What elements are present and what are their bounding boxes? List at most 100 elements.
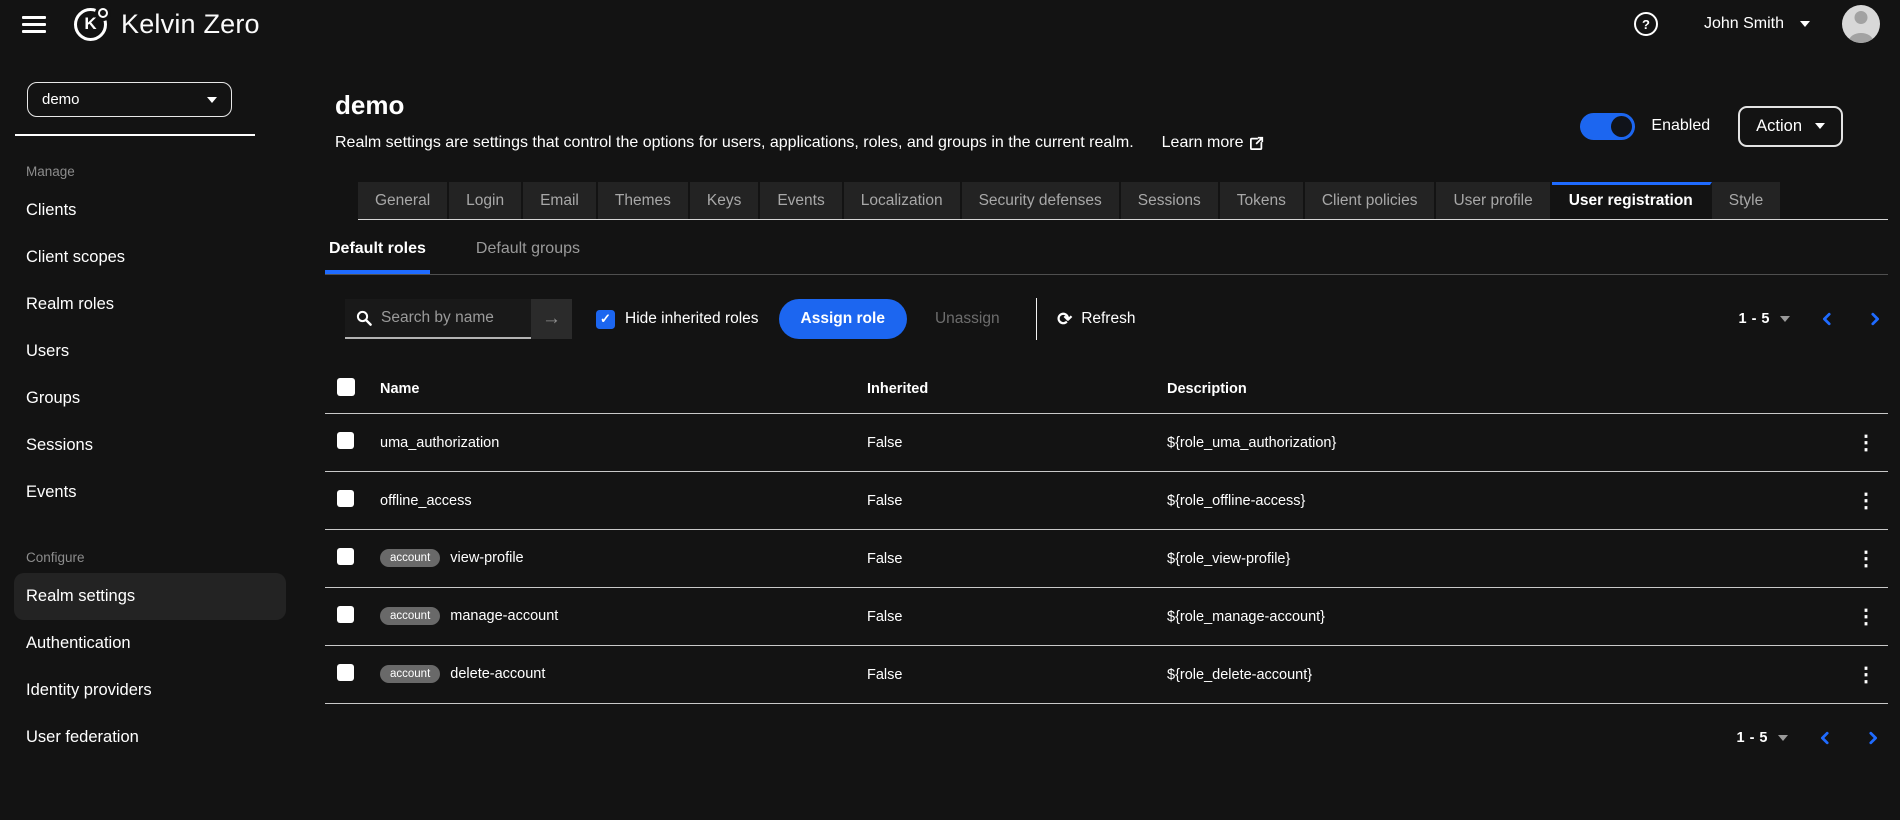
pagination-range: 1 - 5: [1738, 311, 1770, 327]
sidebar-item-events[interactable]: Events: [0, 469, 300, 516]
sidebar-item-groups[interactable]: Groups: [0, 375, 300, 422]
tab-user-registration[interactable]: User registration: [1551, 182, 1712, 219]
tab-events[interactable]: Events: [760, 182, 844, 219]
external-link-icon: [1250, 136, 1264, 150]
tab-keys[interactable]: Keys: [689, 182, 761, 219]
tab-general[interactable]: General: [358, 182, 450, 219]
chevron-right-icon: [1871, 312, 1880, 326]
row-checkbox[interactable]: [337, 664, 354, 681]
learn-more-link[interactable]: Learn more: [1162, 134, 1265, 152]
toolbar-divider: [1035, 298, 1038, 340]
chevron-left-icon: [1822, 312, 1831, 326]
kebab-menu-icon[interactable]: ⋮: [1856, 665, 1876, 685]
client-badge: account: [380, 606, 441, 625]
sidebar-item-realm-settings[interactable]: Realm settings: [14, 573, 286, 620]
sidebar-item-user-federation[interactable]: User federation: [0, 714, 300, 761]
learn-more-label: Learn more: [1161, 134, 1244, 151]
select-all-checkbox[interactable]: [337, 378, 355, 396]
subtab-default-roles[interactable]: Default roles: [325, 240, 430, 274]
enabled-toggle[interactable]: [1580, 112, 1636, 140]
brand-title: Kelvin Zero: [121, 8, 260, 39]
sidebar-item-users[interactable]: Users: [0, 328, 300, 375]
sidebar-divider: [15, 134, 255, 136]
subtab-default-groups[interactable]: Default groups: [472, 240, 584, 274]
sidebar-item-realm-roles[interactable]: Realm roles: [0, 281, 300, 328]
kebab-menu-icon[interactable]: ⋮: [1856, 433, 1876, 453]
tab-user-profile[interactable]: User profile: [1436, 182, 1552, 219]
search-submit-button[interactable]: →: [531, 299, 572, 339]
user-name[interactable]: John Smith: [1704, 15, 1784, 33]
user-registration-subtabs: Default roles Default groups: [325, 240, 1888, 275]
tab-security-defenses[interactable]: Security defenses: [961, 182, 1121, 219]
pagination-range: 1 - 5: [1736, 730, 1768, 746]
refresh-label: Refresh: [1081, 310, 1136, 327]
refresh-button[interactable]: ⟳ Refresh: [1057, 309, 1135, 330]
kebab-menu-icon[interactable]: ⋮: [1856, 607, 1876, 627]
tab-sessions[interactable]: Sessions: [1120, 182, 1220, 219]
enabled-label: Enabled: [1651, 117, 1711, 134]
search-input[interactable]: [381, 309, 531, 327]
checkbox-check-icon: ✓: [596, 309, 615, 329]
kebab-menu-icon[interactable]: ⋮: [1856, 491, 1876, 511]
main-content: demo Realm settings are settings that co…: [300, 48, 1900, 820]
hamburger-menu-icon[interactable]: [22, 15, 46, 33]
pagination-caret-icon[interactable]: [1778, 735, 1788, 741]
refresh-icon: ⟳: [1057, 308, 1073, 329]
tab-login[interactable]: Login: [449, 182, 524, 219]
role-description: ${role_view-profile}: [1167, 529, 1836, 588]
client-badge: account: [380, 548, 441, 567]
sidebar-item-identity-providers[interactable]: Identity providers: [0, 667, 300, 714]
client-badge: account: [380, 664, 441, 683]
roles-toolbar: → ✓ Hide inherited roles Assign role Una…: [325, 297, 1888, 341]
logo-degree-mark: [98, 7, 108, 18]
tab-email[interactable]: Email: [523, 182, 598, 219]
column-header-inherited: Inherited: [867, 365, 1167, 414]
role-inherited: False: [867, 587, 1167, 646]
tab-tokens[interactable]: Tokens: [1219, 182, 1305, 219]
role-inherited: False: [867, 645, 1167, 704]
unassign-button[interactable]: Unassign: [923, 299, 1012, 339]
role-name: manage-account: [450, 607, 559, 624]
table-row: offline_access False ${role_offline-acce…: [325, 471, 1888, 530]
row-checkbox[interactable]: [337, 432, 354, 449]
row-checkbox[interactable]: [337, 490, 354, 507]
sidebar-item-authentication[interactable]: Authentication: [0, 620, 300, 667]
role-name: view-profile: [450, 549, 524, 566]
role-description: ${role_delete-account}: [1167, 645, 1836, 704]
sidebar-item-client-scopes[interactable]: Client scopes: [0, 234, 300, 281]
assign-role-button[interactable]: Assign role: [778, 299, 907, 339]
help-icon[interactable]: ?: [1633, 12, 1658, 36]
sidebar-item-sessions[interactable]: Sessions: [0, 422, 300, 469]
tab-themes[interactable]: Themes: [597, 182, 690, 219]
user-menu-caret-icon[interactable]: [1800, 21, 1810, 27]
row-checkbox[interactable]: [337, 548, 354, 565]
toggle-knob: [1611, 115, 1633, 137]
pagination-next-button[interactable]: [1866, 730, 1880, 746]
action-label: Action: [1756, 116, 1802, 135]
table-header-row: Name Inherited Description: [325, 365, 1888, 414]
realm-settings-tabs: General Login Email Themes Keys Events L…: [358, 182, 1888, 220]
pagination-caret-icon[interactable]: [1780, 316, 1790, 322]
kebab-menu-icon[interactable]: ⋮: [1856, 549, 1876, 569]
realm-selector[interactable]: demo: [27, 82, 232, 117]
avatar[interactable]: [1842, 5, 1880, 43]
pagination-top: 1 - 5: [1738, 311, 1888, 327]
pagination-next-button[interactable]: [1868, 311, 1882, 327]
table-row: uma_authorization False ${role_uma_autho…: [325, 413, 1888, 472]
action-dropdown-button[interactable]: Action: [1738, 105, 1843, 147]
tab-client-policies[interactable]: Client policies: [1304, 182, 1437, 219]
role-description: ${role_offline-access}: [1167, 471, 1836, 530]
pagination-prev-button[interactable]: [1820, 311, 1834, 327]
search-icon: [356, 310, 372, 326]
sidebar: demo Manage Clients Client scopes Realm …: [0, 48, 300, 820]
arrow-right-icon: →: [542, 308, 561, 329]
tab-style[interactable]: Style: [1711, 182, 1783, 219]
role-inherited: False: [867, 529, 1167, 588]
hide-inherited-roles-checkbox[interactable]: ✓ Hide inherited roles: [596, 309, 759, 329]
pagination-prev-button[interactable]: [1818, 730, 1832, 746]
column-header-name: Name: [380, 365, 867, 414]
kelvin-zero-logo-icon: K: [74, 7, 108, 41]
sidebar-item-clients[interactable]: Clients: [0, 187, 300, 234]
tab-localization[interactable]: Localization: [843, 182, 962, 219]
row-checkbox[interactable]: [337, 606, 354, 623]
